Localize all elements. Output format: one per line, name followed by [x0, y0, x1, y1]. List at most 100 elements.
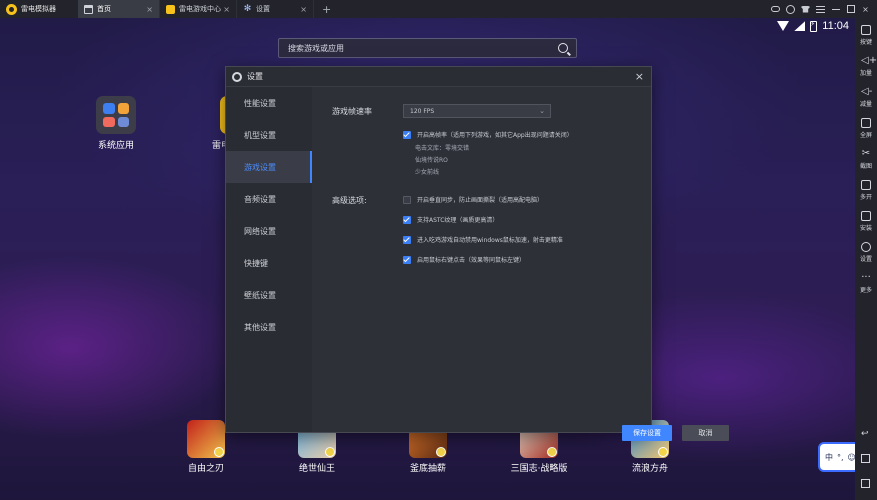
multi-instance-icon — [861, 180, 871, 190]
scissors-icon: ✂ — [861, 148, 871, 159]
toolbar-label: 加量 — [859, 70, 872, 77]
close-window-button[interactable]: × — [858, 0, 873, 18]
supported-game: 仙境传说RO — [415, 157, 448, 164]
high-fps-option[interactable]: 开启高帧率（适用下列游戏，如其它App出现问题请关闭） — [403, 130, 573, 139]
nav-wallpaper[interactable]: 壁纸设置 — [226, 279, 312, 311]
settings-nav: 性能设置 机型设置 游戏设置 音频设置 网络设置 快捷键 壁纸设置 其他设置 — [226, 87, 312, 432]
search-icon[interactable] — [558, 43, 568, 53]
supported-game: 少女前线 — [415, 169, 440, 176]
add-tab-button[interactable]: + — [314, 0, 339, 18]
nav-device-model[interactable]: 机型设置 — [226, 119, 312, 151]
mouse-accel-checkbox[interactable] — [403, 235, 411, 244]
astc-checkbox[interactable] — [403, 215, 411, 224]
menu-button[interactable] — [813, 0, 828, 18]
dialog-title: 设置 — [247, 72, 263, 81]
wifi-icon — [777, 21, 790, 31]
tab-label: 设置 — [256, 5, 270, 13]
fps-label: 游戏帧速率 — [332, 107, 372, 116]
system-apps-folder[interactable]: 系统应用 — [96, 96, 136, 151]
chrome-app-icon — [117, 103, 129, 114]
account-button[interactable] — [783, 0, 798, 18]
download-badge-icon — [547, 447, 557, 457]
toolbar-screenshot[interactable]: ✂ 截图 — [855, 148, 877, 171]
system-apps-tile — [96, 96, 136, 134]
nav-audio[interactable]: 音频设置 — [226, 183, 312, 215]
settings-body: 游戏帧速率 120 FPS ⌄ 开启高帧率（适用下列游戏，如其它App出现问题请… — [312, 87, 729, 441]
status-bar: 11:04 — [777, 20, 849, 32]
tab-game-center[interactable]: 雷电游戏中心 × — [160, 0, 237, 18]
status-time: 11:04 — [822, 20, 849, 32]
toolbar-multi-instance[interactable]: 多开 — [855, 180, 877, 201]
tab-close-icon[interactable]: × — [223, 5, 230, 14]
gallery-app-icon — [103, 116, 115, 127]
toolbar-label: 按键 — [859, 39, 872, 46]
nav-performance[interactable]: 性能设置 — [226, 87, 312, 119]
supported-game: 电击文库：零境交错 — [415, 145, 470, 152]
fps-select[interactable]: 120 FPS ⌄ — [403, 104, 551, 118]
settings-app-icon — [103, 103, 115, 114]
tab-close-icon[interactable]: × — [300, 5, 307, 14]
nav-game-settings[interactable]: 游戏设置 — [226, 151, 312, 183]
high-fps-checkbox[interactable] — [403, 130, 411, 139]
ime-floating-bar[interactable]: 中 °, ☺ ▲ — [818, 442, 855, 472]
dialog-close-button[interactable]: × — [635, 71, 644, 82]
maximize-button[interactable] — [843, 0, 858, 18]
tab-settings[interactable]: ✻ 设置 × — [237, 0, 314, 18]
search-bar[interactable]: 搜索游戏或应用 — [278, 38, 577, 58]
save-settings-button[interactable]: 保存设置 — [622, 425, 672, 441]
more-icon: ··· — [861, 272, 871, 283]
nav-network[interactable]: 网络设置 — [226, 215, 312, 247]
download-badge-icon — [325, 447, 335, 457]
home-icon — [84, 4, 93, 14]
toolbar-label: 多开 — [859, 194, 872, 201]
android-back-button[interactable]: ↩ — [861, 429, 869, 439]
gamepad-button[interactable] — [768, 0, 783, 18]
dialog-header: 设置 × — [226, 67, 651, 87]
astc-option[interactable]: 支持ASTC纹理（画质更高清） — [403, 215, 498, 224]
vsync-option-label: 开启垂直同步，防止画面撕裂（适用高配电脑） — [417, 197, 544, 204]
cancel-button[interactable]: 取消 — [682, 425, 729, 441]
right-click-option[interactable]: 启用鼠标右键点击（效果等同鼠标左键） — [403, 255, 525, 264]
tab-label: 雷电游戏中心 — [179, 5, 221, 13]
settings-gear-icon — [861, 242, 871, 252]
toolbar-more[interactable]: ··· 更多 — [855, 272, 877, 295]
search-placeholder: 搜索游戏或应用 — [288, 43, 344, 53]
emulator-window: 雷电模拟器 首页 × 雷电游戏中心 × ✻ 设置 × + × ⚡ 11:04 搜… — [0, 0, 877, 500]
system-apps-label: 系统应用 — [97, 141, 134, 151]
vsync-checkbox[interactable] — [403, 195, 411, 204]
leidian-logo-icon — [6, 3, 17, 15]
android-home-button[interactable] — [861, 454, 870, 463]
settings-gear-icon — [232, 71, 242, 82]
toolbar-settings[interactable]: 设置 — [855, 242, 877, 263]
toolbar-label: 减量 — [859, 101, 872, 108]
chevron-down-icon: ⌄ — [539, 107, 545, 115]
ziyouzhiren-app-icon — [187, 420, 225, 458]
toolbar-volume-down[interactable]: ◁- 减量 — [855, 87, 877, 109]
skin-button[interactable] — [798, 0, 813, 18]
toolbar-volume-up[interactable]: ◁+ 加量 — [855, 55, 877, 78]
vsync-option[interactable]: 开启垂直同步，防止画面撕裂（适用高配电脑） — [403, 195, 543, 204]
right-click-checkbox[interactable] — [403, 255, 411, 264]
mouse-accel-option[interactable]: 进入吃鸡游戏自动禁用windows鼠标加速，射击更精准 — [403, 235, 563, 244]
toolbar-keymapping[interactable]: 按键 — [855, 25, 877, 46]
toolbar-fullscreen[interactable]: 全屏 — [855, 118, 877, 139]
android-recents-button[interactable] — [861, 479, 870, 488]
window-controls: × — [768, 0, 877, 18]
volume-up-icon: ◁+ — [861, 55, 877, 66]
nav-other[interactable]: 其他设置 — [226, 311, 312, 343]
right-click-option-label: 启用鼠标右键点击（效果等同鼠标左键） — [417, 257, 526, 264]
game-center-icon — [166, 4, 175, 14]
dock-app-label: 绝世仙王 — [298, 464, 335, 474]
title-bar: 雷电模拟器 首页 × 雷电游戏中心 × ✻ 设置 × + × — [0, 0, 877, 18]
toolbar-label: 截图 — [859, 163, 872, 170]
minimize-button[interactable] — [828, 0, 843, 18]
nav-shortcuts[interactable]: 快捷键 — [226, 247, 312, 279]
battery-icon — [810, 20, 818, 32]
android-screen: 11:04 搜索游戏或应用 系统应用 雷电游戏中心 自由之刃 绝世仙 — [0, 18, 855, 500]
toolbar-install-apk[interactable]: 安装 — [855, 211, 877, 232]
tab-close-icon[interactable]: × — [146, 5, 153, 14]
gamepad-icon — [771, 6, 780, 12]
tab-home[interactable]: 首页 × — [78, 0, 160, 18]
dock-app-label: 流浪方舟 — [631, 464, 668, 474]
download-badge-icon — [658, 447, 668, 457]
